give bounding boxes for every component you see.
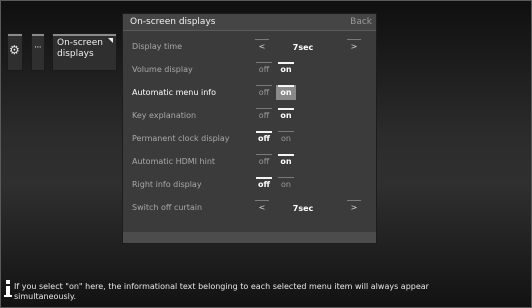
option-bar	[256, 154, 272, 155]
menu-row-permanent-clock-display[interactable]: Permanent clock display off on	[123, 128, 376, 150]
button-bar	[347, 39, 361, 40]
option-label: off	[258, 157, 270, 166]
back-button[interactable]: Back	[350, 16, 372, 28]
corner-arrow-icon	[108, 38, 113, 43]
left-arrow-icon: <	[258, 42, 266, 51]
on-option[interactable]: on	[276, 131, 296, 146]
option-bar	[256, 177, 272, 179]
row-label: Permanent clock display	[132, 134, 230, 143]
option-label: on	[280, 157, 292, 166]
breadcrumb-label: On-screen displays	[57, 38, 103, 59]
increase-button[interactable]: >	[346, 200, 362, 215]
off-option[interactable]: off	[254, 177, 274, 192]
menu-title: On-screen displays	[130, 17, 216, 27]
gear-icon: ⚙	[9, 43, 20, 57]
option-label: on	[281, 180, 291, 189]
option-bar	[278, 62, 294, 64]
row-label: Display time	[132, 42, 183, 51]
on-option[interactable]: on	[276, 108, 296, 123]
right-arrow-icon: >	[350, 203, 358, 212]
option-bar	[278, 108, 294, 110]
row-label: Volume display	[132, 65, 193, 74]
breadcrumb-on-screen-displays[interactable]: On-screen displays	[53, 34, 116, 70]
button-bar	[347, 200, 361, 201]
menu-row-automatic-menu-info[interactable]: Automatic menu info off on	[123, 82, 376, 104]
tv-screen: ⚙ ··· On-screen displays On-screen displ…	[0, 0, 532, 308]
option-bar	[256, 131, 272, 133]
row-label: Automatic HDMI hint	[132, 157, 216, 166]
info-icon	[4, 280, 12, 299]
row-label: Right info display	[132, 180, 202, 189]
info-icon-dot	[6, 280, 10, 284]
option-label: off	[258, 134, 270, 143]
option-bar	[278, 131, 294, 132]
right-arrow-icon: >	[350, 42, 358, 51]
off-option[interactable]: off	[254, 131, 274, 146]
tile-top-line	[32, 34, 44, 36]
menu-row-right-info-display[interactable]: Right info display off on	[123, 174, 376, 196]
off-option[interactable]: off	[254, 108, 274, 123]
option-label: off	[258, 180, 270, 189]
menu-footer	[123, 232, 376, 243]
left-arrow-icon: <	[258, 203, 266, 212]
option-label: off	[258, 88, 270, 97]
on-option[interactable]: on	[276, 85, 296, 100]
option-label: on	[280, 111, 292, 120]
option-bar	[278, 177, 294, 178]
row-label: Key explanation	[132, 111, 197, 120]
option-label: on	[280, 65, 292, 74]
info-text-line-1: If you select "on" here, the information…	[14, 282, 429, 291]
on-option[interactable]: on	[276, 62, 296, 77]
off-option[interactable]: off	[254, 154, 274, 169]
row-label: Switch off curtain	[132, 203, 203, 212]
off-option[interactable]: off	[254, 85, 274, 100]
breadcrumb-more[interactable]: ···	[32, 34, 44, 70]
row-label: Automatic menu info	[132, 88, 216, 97]
on-screen-displays-menu: On-screen displays Back Display time < 7…	[123, 14, 376, 243]
on-option[interactable]: on	[276, 177, 296, 192]
menu-row-automatic-hdmi-hint[interactable]: Automatic HDMI hint off on	[123, 151, 376, 173]
option-bar	[256, 108, 272, 109]
increase-button[interactable]: >	[346, 39, 362, 54]
menu-row-switch-off-curtain[interactable]: Switch off curtain < 7sec >	[123, 197, 376, 219]
ellipsis-icon: ···	[34, 43, 42, 53]
button-bar	[255, 39, 269, 40]
menu-row-key-explanation[interactable]: Key explanation off on	[123, 105, 376, 127]
button-bar	[255, 200, 269, 201]
tile-top-line	[53, 34, 116, 36]
switch-off-curtain-value: 7sec	[292, 204, 314, 213]
menu-row-display-time[interactable]: Display time < 7sec >	[123, 36, 376, 58]
on-option[interactable]: on	[276, 154, 296, 169]
option-label: off	[258, 65, 270, 74]
option-bar	[278, 154, 294, 156]
off-option[interactable]: off	[254, 62, 274, 77]
decrease-button[interactable]: <	[254, 200, 270, 215]
breadcrumb-settings[interactable]: ⚙	[8, 34, 22, 70]
option-label: on	[281, 134, 291, 143]
option-label: on	[280, 88, 292, 97]
decrease-button[interactable]: <	[254, 39, 270, 54]
option-label: off	[258, 111, 270, 120]
option-bar	[256, 62, 272, 63]
display-time-value: 7sec	[292, 43, 314, 52]
menu-header: On-screen displays Back	[123, 14, 376, 31]
info-icon-foot	[4, 295, 12, 297]
option-bar	[256, 85, 272, 86]
option-bar	[278, 85, 294, 87]
info-text-line-2: simultaneously.	[14, 292, 76, 301]
tile-top-line	[8, 34, 22, 36]
menu-row-volume-display[interactable]: Volume display off on	[123, 59, 376, 81]
